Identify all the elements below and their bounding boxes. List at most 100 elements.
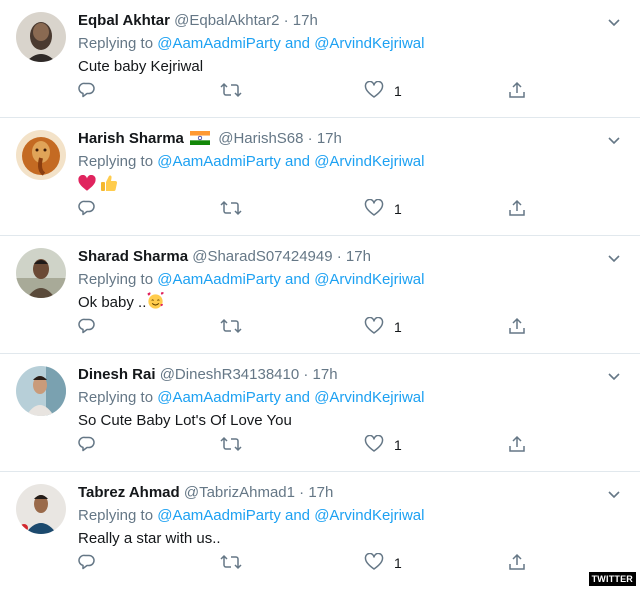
chevron-down-icon[interactable] [608, 132, 620, 150]
tweet-actions: 1 [78, 434, 538, 456]
tweet-text-content: Ok baby .. [78, 294, 147, 311]
tweet-actions: 1 [78, 198, 538, 220]
smiling-face-with-hearts-emoji-icon [146, 291, 165, 317]
mention-and[interactable]: and [285, 389, 310, 406]
heart-icon [364, 552, 384, 574]
replying-to: Replying to @AamAadmiParty and @ArvindKe… [78, 504, 620, 527]
chevron-down-icon[interactable] [608, 486, 620, 504]
timestamp[interactable]: 17h [293, 12, 318, 29]
heart-icon [364, 198, 384, 220]
chevron-down-icon[interactable] [608, 14, 620, 32]
display-name[interactable]: Dinesh Rai [78, 366, 156, 383]
like-button[interactable]: 1 [364, 434, 402, 456]
like-count: 1 [394, 437, 402, 453]
reply-button[interactable] [78, 198, 96, 220]
like-count: 1 [394, 555, 402, 571]
share-button[interactable] [508, 80, 526, 102]
like-count: 1 [394, 319, 402, 335]
heart-icon [364, 434, 384, 456]
timestamp[interactable]: 17h [313, 366, 338, 383]
retweet-button[interactable] [220, 316, 242, 338]
retweet-button[interactable] [220, 198, 242, 220]
retweet-icon [220, 553, 242, 574]
user-handle[interactable]: @EqbalAkhtar2 [174, 12, 279, 29]
reply-icon [78, 199, 96, 220]
share-button[interactable] [508, 552, 526, 574]
india-flag-icon [190, 130, 211, 152]
retweet-icon [220, 317, 242, 338]
share-button[interactable] [508, 198, 526, 220]
tweet[interactable]: Dinesh Rai @DineshR34138410 · 17h Replyi… [0, 354, 640, 472]
retweet-icon [220, 199, 242, 220]
like-button[interactable]: 1 [364, 316, 402, 338]
tweet-text: Really a star with us.. [78, 530, 221, 547]
retweet-button[interactable] [220, 80, 242, 102]
mention-link[interactable]: @AamAadmiParty [157, 153, 281, 170]
reply-button[interactable] [78, 316, 96, 338]
tweet[interactable]: Eqbal Akhtar @EqbalAkhtar2 · 17h Replyin… [0, 0, 640, 118]
timestamp[interactable]: 17h [317, 130, 342, 147]
mention-and[interactable]: and [285, 507, 310, 524]
mention-link[interactable]: @AamAadmiParty [157, 389, 281, 406]
reply-button[interactable] [78, 434, 96, 456]
mention-link[interactable]: @ArvindKejriwal [314, 389, 424, 406]
tweet[interactable]: Sharad Sharma @SharadS07424949 · 17h Rep… [0, 236, 640, 354]
chevron-down-icon[interactable] [608, 368, 620, 386]
mention-and[interactable]: and [285, 35, 310, 52]
display-name[interactable]: Tabrez Ahmad [78, 484, 180, 501]
replying-to: Replying to @AamAadmiParty and @ArvindKe… [78, 32, 620, 55]
display-name[interactable]: Sharad Sharma [78, 248, 188, 265]
separator-dot: · [307, 130, 313, 147]
separator-dot: · [283, 12, 289, 29]
tweet[interactable]: Tabrez Ahmad @TabrizAhmad1 · 17h Replyin… [0, 472, 640, 590]
mention-link[interactable]: @AamAadmiParty [157, 35, 281, 52]
mention-and[interactable]: and [285, 153, 310, 170]
chevron-down-icon[interactable] [608, 250, 620, 268]
mention-and[interactable]: and [285, 271, 310, 288]
reply-button[interactable] [78, 552, 96, 574]
mention-link[interactable]: @ArvindKejriwal [314, 35, 424, 52]
display-name[interactable]: Eqbal Akhtar [78, 12, 170, 29]
tweet-text: Cute baby Kejriwal [78, 58, 204, 75]
mention-link[interactable]: @AamAadmiParty [157, 507, 281, 524]
replying-label: Replying to [78, 271, 154, 288]
tweet[interactable]: Harish Sharma @HarishS68 · 17h Replying … [0, 118, 640, 236]
like-count: 1 [394, 83, 402, 99]
like-button[interactable]: 1 [364, 80, 402, 102]
timestamp[interactable]: 17h [346, 248, 371, 265]
heart-icon [364, 316, 384, 338]
avatar[interactable] [16, 366, 66, 416]
share-icon [508, 199, 526, 220]
retweet-button[interactable] [220, 552, 242, 574]
tweet-text: So Cute Baby Lot's Of Love You [78, 412, 292, 429]
like-button[interactable]: 1 [364, 198, 402, 220]
replying-to: Replying to @AamAadmiParty and @ArvindKe… [78, 268, 620, 291]
avatar[interactable] [16, 130, 66, 180]
avatar[interactable] [16, 484, 66, 534]
mention-link[interactable]: @AamAadmiParty [157, 271, 281, 288]
user-handle[interactable]: @TabrizAhmad1 [184, 484, 295, 501]
avatar[interactable] [16, 12, 66, 62]
share-button[interactable] [508, 316, 526, 338]
replying-to: Replying to @AamAadmiParty and @ArvindKe… [78, 386, 620, 409]
user-handle[interactable]: @SharadS07424949 [192, 248, 332, 265]
separator-dot: · [336, 248, 342, 265]
avatar[interactable] [16, 248, 66, 298]
share-button[interactable] [508, 434, 526, 456]
user-handle[interactable]: @HarishS68 [218, 130, 303, 147]
reply-button[interactable] [78, 80, 96, 102]
mention-link[interactable]: @ArvindKejriwal [314, 507, 424, 524]
timestamp[interactable]: 17h [308, 484, 333, 501]
share-icon [508, 553, 526, 574]
share-icon [508, 317, 526, 338]
twitter-watermark: TWITTER [588, 572, 636, 586]
tweet-actions: 1 [78, 80, 538, 102]
retweet-icon [220, 435, 242, 456]
user-handle[interactable]: @DineshR34138410 [160, 366, 300, 383]
separator-dot: · [299, 484, 305, 501]
retweet-button[interactable] [220, 434, 242, 456]
mention-link[interactable]: @ArvindKejriwal [314, 271, 424, 288]
like-button[interactable]: 1 [364, 552, 402, 574]
display-name[interactable]: Harish Sharma [78, 130, 184, 147]
mention-link[interactable]: @ArvindKejriwal [314, 153, 424, 170]
